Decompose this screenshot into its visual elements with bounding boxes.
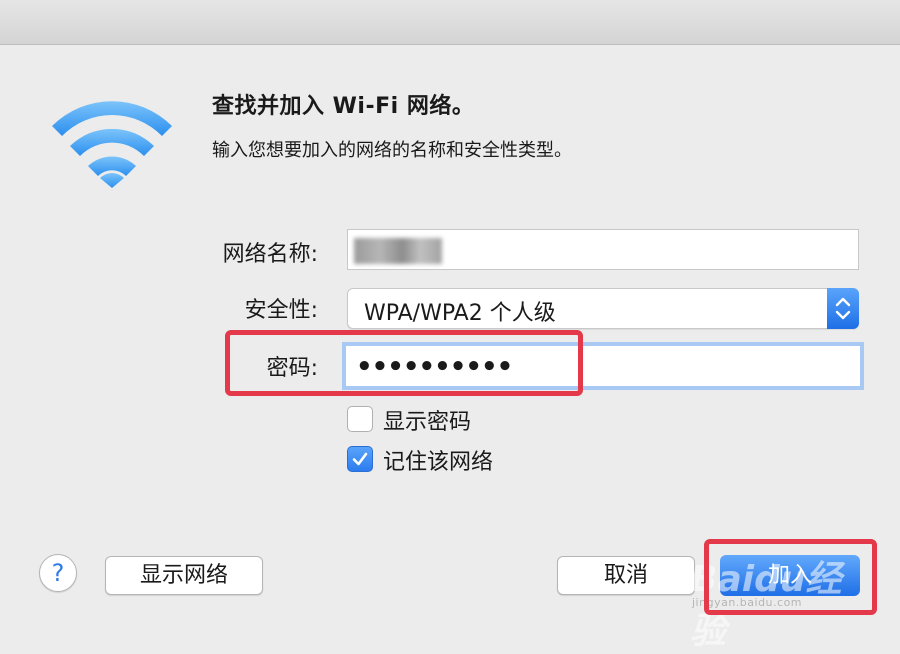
dialog-subtitle: 输入您想要加入的网络的名称和安全性类型。 <box>212 140 572 161</box>
show-password-label: 显示密码 <box>383 410 472 435</box>
redacted-network-name <box>354 238 442 264</box>
network-name-label: 网络名称: <box>222 242 318 267</box>
dialog-title: 查找并加入 Wi-Fi 网络。 <box>212 94 475 119</box>
cancel-button[interactable]: 取消 <box>557 556 695 595</box>
remember-network-label: 记住该网络 <box>383 450 494 475</box>
password-highlight-box <box>225 330 583 396</box>
remember-network-checkbox[interactable] <box>347 446 373 472</box>
checkmark-icon <box>352 452 368 466</box>
security-label: 安全性: <box>244 298 318 323</box>
join-highlight-box <box>704 539 877 615</box>
security-value: WPA/WPA2 个人级 <box>364 301 556 326</box>
help-icon[interactable]: ? <box>39 554 77 592</box>
wifi-icon <box>52 101 172 188</box>
security-select[interactable]: WPA/WPA2 个人级 <box>347 288 859 329</box>
network-name-field[interactable] <box>347 229 859 270</box>
show-password-checkbox[interactable] <box>347 406 373 432</box>
window-titlebar[interactable] <box>0 0 900 45</box>
stepper-icon[interactable] <box>827 288 859 329</box>
show-networks-button[interactable]: 显示网络 <box>105 556 263 595</box>
